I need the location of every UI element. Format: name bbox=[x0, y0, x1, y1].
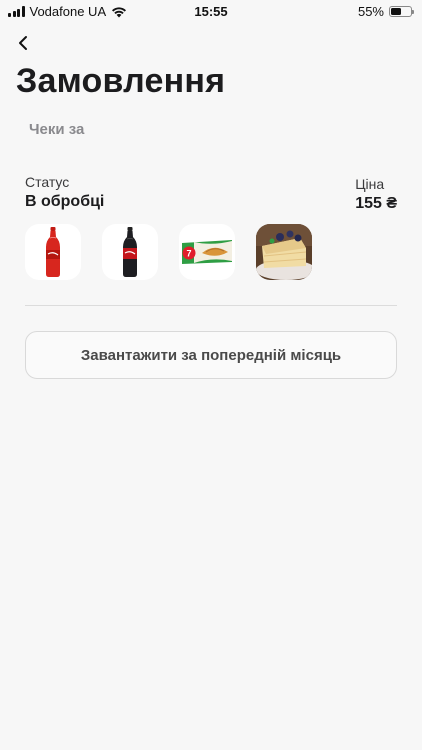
battery-percent: 55% bbox=[357, 4, 384, 19]
status-bar-right: 55% bbox=[357, 4, 414, 19]
section-divider bbox=[25, 305, 397, 306]
page-title: Замовлення bbox=[16, 62, 226, 100]
croissant-pack-image: 7 bbox=[182, 240, 232, 264]
product-thumb-7days-croissant: 7 bbox=[179, 224, 235, 280]
status-bar: Vodafone UA 15:55 55% bbox=[0, 0, 422, 24]
status-label: Статус bbox=[25, 174, 70, 190]
chevron-left-icon bbox=[19, 36, 27, 50]
product-thumb-cake bbox=[256, 224, 312, 280]
product-thumb-coca-cola-zero bbox=[102, 224, 158, 280]
back-button[interactable] bbox=[16, 34, 32, 52]
battery-icon bbox=[389, 6, 414, 17]
receipts-period-label[interactable]: Чеки за bbox=[29, 121, 84, 138]
coca-cola-zero-bottle-image bbox=[123, 227, 137, 277]
cake-slice-image bbox=[256, 224, 312, 280]
order-status: Статус В обробці bbox=[25, 174, 397, 211]
status-value: В обробці bbox=[25, 193, 105, 210]
product-thumb-coca-cola bbox=[25, 224, 81, 280]
price-label: Ціна bbox=[355, 176, 385, 192]
product-thumbnails: 7 bbox=[25, 224, 312, 280]
svg-text:7: 7 bbox=[186, 249, 191, 259]
price-value: 155 ₴ bbox=[355, 195, 397, 212]
load-previous-month-button[interactable]: Завантажити за попередній місяць bbox=[25, 331, 397, 379]
order-price: Ціна 155 ₴ bbox=[355, 176, 397, 213]
order-card[interactable]: Статус В обробці Ціна 155 ₴ 7 bbox=[25, 174, 397, 280]
coca-cola-bottle-image bbox=[46, 227, 60, 277]
battery-fill bbox=[391, 8, 402, 15]
